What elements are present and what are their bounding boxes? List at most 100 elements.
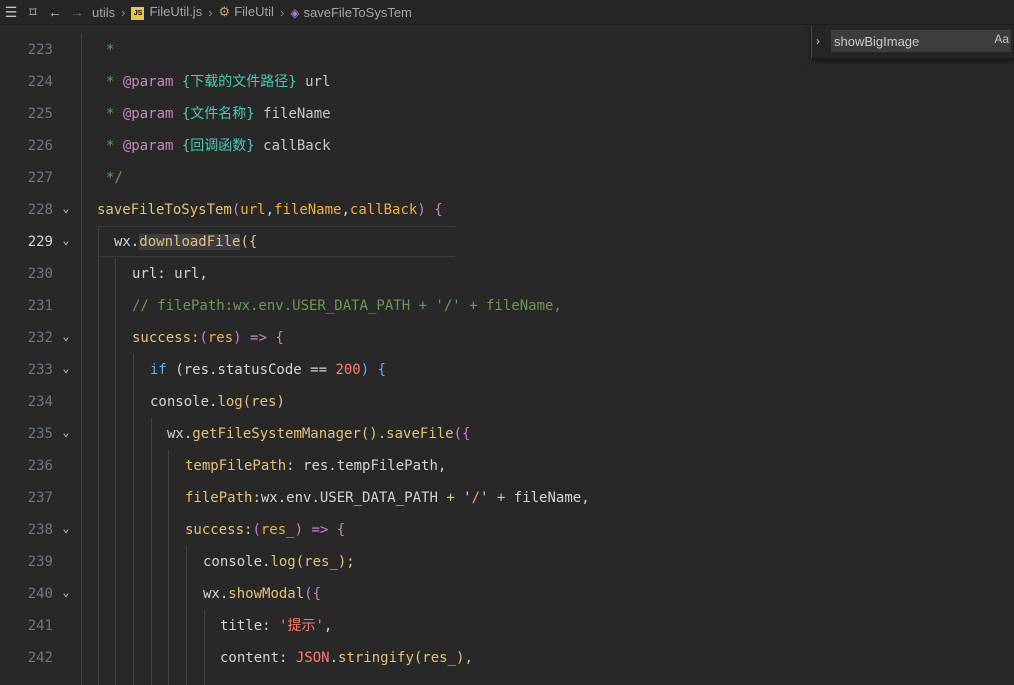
code-line[interactable]: 242 content: JSON.stringify(res_), bbox=[0, 642, 1014, 674]
bookmark-icon[interactable]: ⌑ bbox=[22, 0, 44, 25]
code-token: ) => { bbox=[294, 522, 346, 538]
code-token: filePath bbox=[185, 490, 253, 506]
line-number: 223 bbox=[27, 42, 53, 58]
forward-arrow-icon[interactable]: → bbox=[66, 0, 88, 25]
code-text: title: '提示', bbox=[220, 610, 332, 642]
code-token: @param bbox=[122, 106, 174, 122]
code-token: saveFile bbox=[386, 426, 454, 442]
code-token: :wx.env.USER_DATA_PATH bbox=[252, 490, 447, 506]
code-line[interactable]: 232 ⌄ success:(res) => { bbox=[0, 322, 1014, 354]
line-number: 229 bbox=[27, 234, 53, 250]
code-text: wx.showModal({ bbox=[203, 578, 321, 610]
fold-chevron-icon[interactable]: ⌄ bbox=[59, 514, 73, 542]
back-arrow-icon[interactable]: ← bbox=[44, 0, 66, 25]
line-number: 226 bbox=[27, 138, 53, 154]
fold-chevron-icon[interactable]: ⌄ bbox=[59, 578, 73, 606]
code-token: log bbox=[217, 394, 243, 410]
code-token: , bbox=[323, 618, 333, 634]
code-token: content: bbox=[220, 650, 296, 666]
code-token: (). bbox=[360, 426, 387, 442]
breadcrumb-method[interactable]: ◈ saveFileToSysTem bbox=[290, 5, 412, 20]
code-line[interactable]: 239 console.log(res_); bbox=[0, 546, 1014, 578]
code-line[interactable]: 235 ⌄ wx.getFileSystemManager().saveFile({ bbox=[0, 418, 1014, 450]
code-token: ' bbox=[454, 490, 472, 506]
find-widget: › Aa bbox=[811, 26, 1014, 59]
code-line[interactable]: 228 ⌄ saveFileToSysTem(url,fileName,callBa… bbox=[0, 194, 1014, 226]
code-token: res bbox=[207, 330, 234, 346]
find-input[interactable] bbox=[831, 30, 1011, 52]
code-token: url: url, bbox=[132, 266, 208, 282]
fold-chevron-icon[interactable]: ⌄ bbox=[59, 354, 73, 382]
breadcrumb-file[interactable]: JS FileUtil.js bbox=[131, 4, 203, 20]
line-number: 237 bbox=[27, 490, 53, 506]
code-token: title: bbox=[220, 618, 280, 634]
code-token: {回调函数} bbox=[181, 138, 255, 154]
breadcrumb-bar: ☰ ⌑ ← → utils › JS FileUtil.js › ⚙ FileUti… bbox=[0, 0, 1014, 25]
code-line[interactable]: 224 * @param {下载的文件路径} url bbox=[0, 66, 1014, 98]
line-number: 231 bbox=[27, 298, 53, 314]
line-number: 241 bbox=[27, 618, 53, 634]
code-token: * bbox=[106, 42, 115, 58]
chevron-right-icon: › bbox=[279, 4, 285, 20]
code-line[interactable]: 225 * @param {文件名称} fileName bbox=[0, 98, 1014, 130]
chevron-right-icon[interactable]: › bbox=[816, 34, 820, 48]
fold-chevron-icon[interactable]: ⌄ bbox=[59, 322, 73, 350]
code-token: ) { bbox=[360, 362, 387, 378]
code-token: console. bbox=[150, 394, 218, 410]
breadcrumb-class[interactable]: ⚙ FileUtil bbox=[219, 4, 274, 20]
breadcrumb-file-label: FileUtil.js bbox=[149, 4, 203, 20]
line-number: 238 bbox=[27, 522, 53, 538]
code-text: content: JSON.stringify(res_), bbox=[220, 642, 473, 674]
line-number: 234 bbox=[27, 394, 53, 410]
code-line[interactable]: 238 ⌄ success:(res_) => { bbox=[0, 514, 1014, 546]
code-line[interactable]: 234 console.log(res) bbox=[0, 386, 1014, 418]
code-line[interactable]: 229 ⌄ wx.downloadFile({ bbox=[0, 226, 1014, 258]
code-line[interactable]: 233 ⌄ if (res.statusCode == 200) { bbox=[0, 354, 1014, 386]
code-line[interactable]: 236 tempFilePath: res.tempFilePath, bbox=[0, 450, 1014, 482]
code-token: res_ bbox=[260, 522, 295, 538]
line-number: 232 bbox=[27, 330, 53, 346]
chevron-right-icon: › bbox=[208, 4, 213, 20]
code-token: (res_); bbox=[295, 554, 355, 570]
code-token: saveFileToSysTem bbox=[97, 202, 232, 218]
code-token: {下载的文件路径} bbox=[181, 74, 297, 90]
code-token: , bbox=[265, 202, 275, 218]
breadcrumb-class-label: FileUtil bbox=[234, 4, 274, 19]
code-text: success:(res_) => { bbox=[185, 514, 345, 546]
outline-menu-icon[interactable]: ☰ bbox=[0, 0, 22, 25]
code-token: // filePath:wx.env.USER_DATA_PATH + '/' … bbox=[132, 298, 562, 314]
code-text: wx.downloadFile({ bbox=[114, 226, 257, 258]
code-token: */ bbox=[106, 170, 123, 186]
code-token: fileName bbox=[254, 106, 331, 122]
code-editor[interactable]: 223 * 224 * @param {下载的文件路径} url 225 * @param… bbox=[0, 25, 1014, 685]
code-line[interactable]: 237 filePath:wx.env.USER_DATA_PATH + '/' … bbox=[0, 482, 1014, 514]
js-file-icon: JS bbox=[131, 6, 145, 20]
code-line[interactable]: 227 */ bbox=[0, 162, 1014, 194]
breadcrumb-folder[interactable]: utils bbox=[92, 5, 115, 20]
code-text: * @param {文件名称} fileName bbox=[106, 98, 331, 130]
breadcrumb-method-label: saveFileToSysTem bbox=[303, 4, 412, 20]
code-token: wx. bbox=[203, 586, 229, 602]
code-line[interactable]: 241 title: '提示', bbox=[0, 610, 1014, 642]
line-number: 242 bbox=[27, 650, 53, 666]
code-line[interactable]: 240 ⌄ wx.showModal({ bbox=[0, 578, 1014, 610]
fold-chevron-icon[interactable]: ⌄ bbox=[59, 194, 73, 222]
code-token: 200 bbox=[335, 362, 361, 378]
code-line[interactable]: 230 url: url, bbox=[0, 258, 1014, 290]
code-line[interactable]: 226 * @param {回调函数} callBack bbox=[0, 130, 1014, 162]
code-token: success: bbox=[185, 522, 253, 538]
code-token: showModal bbox=[228, 586, 305, 602]
match-case-button[interactable]: Aa bbox=[994, 32, 1009, 46]
code-text: saveFileToSysTem(url,fileName,callBack) … bbox=[97, 194, 443, 226]
code-text: // filePath:wx.env.USER_DATA_PATH + '/' … bbox=[132, 290, 562, 322]
code-line[interactable]: 231 // filePath:wx.env.USER_DATA_PATH + '… bbox=[0, 290, 1014, 322]
code-token: {文件名称} bbox=[181, 106, 255, 122]
code-text: * @param {回调函数} callBack bbox=[106, 130, 331, 162]
code-token: callBack bbox=[349, 202, 418, 218]
fold-chevron-icon[interactable]: ⌄ bbox=[59, 418, 73, 446]
code-token: : res.tempFilePath, bbox=[286, 458, 447, 474]
fold-chevron-icon[interactable]: ⌄ bbox=[59, 226, 73, 254]
code-token: * bbox=[106, 138, 123, 154]
code-token: downloadFile bbox=[139, 234, 241, 250]
